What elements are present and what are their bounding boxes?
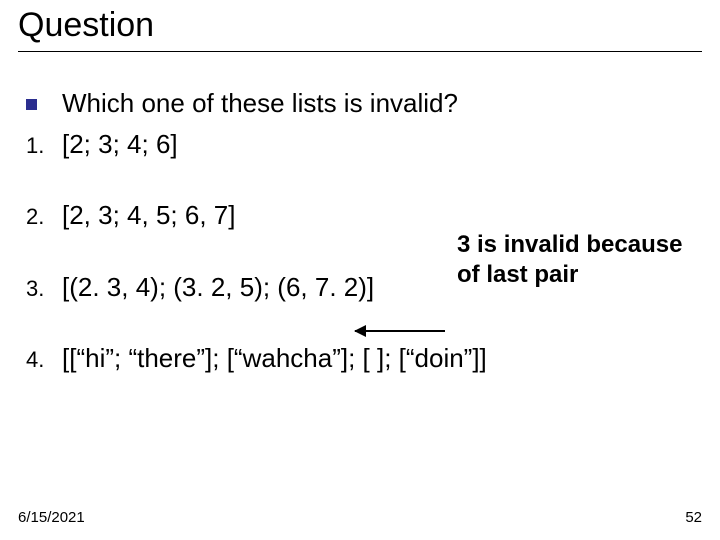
footer-date: 6/15/2021 — [18, 509, 85, 526]
arrow-left-icon — [355, 330, 445, 332]
footer: 6/15/2021 52 — [18, 509, 702, 526]
slide: Question Which one of these lists is inv… — [0, 0, 720, 540]
question-row: Which one of these lists is invalid? — [18, 88, 702, 119]
square-bullet-icon — [18, 88, 62, 119]
item-number: 4. — [18, 347, 62, 373]
item-number: 3. — [18, 276, 62, 302]
list-item: 2. [2, 3; 4, 5; 6, 7] — [18, 200, 702, 231]
item-number: 2. — [18, 204, 62, 230]
item-text: [[“hi”; “there”]; [“wahcha”]; [ ]; [“doi… — [62, 343, 702, 374]
title-underline — [18, 51, 702, 52]
annotation-note: 3 is invalid because of last pair — [457, 230, 692, 290]
footer-page: 52 — [685, 509, 702, 526]
page-title: Question — [18, 6, 702, 45]
list-item: 1. [2; 3; 4; 6] — [18, 129, 702, 160]
item-text: [2; 3; 4; 6] — [62, 129, 702, 160]
item-number: 1. — [18, 133, 62, 159]
question-text: Which one of these lists is invalid? — [62, 88, 702, 119]
item-text: [2, 3; 4, 5; 6, 7] — [62, 200, 702, 231]
list-item: 4. [[“hi”; “there”]; [“wahcha”]; [ ]; [“… — [18, 343, 702, 374]
